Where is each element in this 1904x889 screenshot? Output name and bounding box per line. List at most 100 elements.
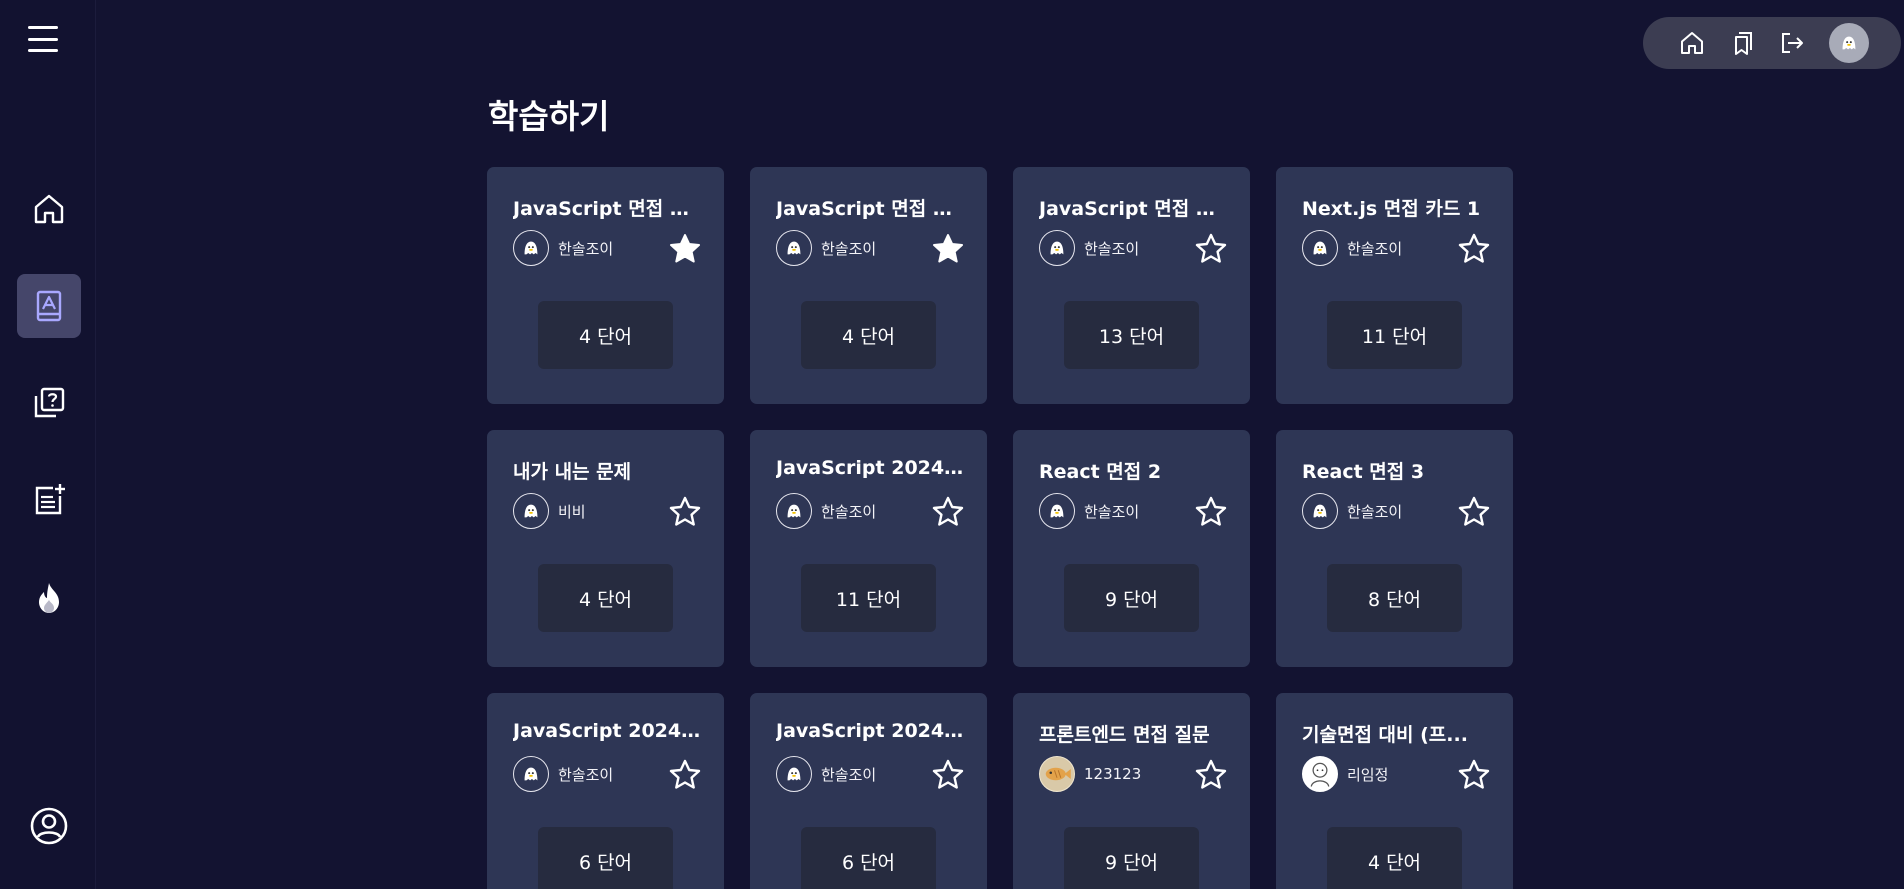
study-card[interactable]: JavaScript 2024 (3) 한솔조이 6 단어 <box>750 693 987 889</box>
author-name: 한솔조이 <box>821 239 877 258</box>
card-title: React 면접 3 <box>1302 461 1425 483</box>
home-icon <box>1681 32 1703 54</box>
book-letter-icon <box>36 290 62 322</box>
ghost-avatar-icon <box>524 504 538 518</box>
star-outline-button[interactable] <box>668 495 702 529</box>
word-count-button[interactable]: 6 단어 <box>801 827 936 889</box>
author-avatar <box>1039 493 1075 529</box>
top-home-button[interactable] <box>1675 26 1709 60</box>
star-filled-button[interactable] <box>931 232 965 266</box>
menu-line <box>28 37 58 41</box>
card-author: 한솔조이 <box>776 756 876 792</box>
star-outline-button[interactable] <box>1194 495 1228 529</box>
card-author: 리임정 <box>1302 756 1388 792</box>
author-avatar <box>1302 756 1338 792</box>
author-avatar <box>513 756 549 792</box>
star-outline-icon <box>1195 233 1227 263</box>
word-count-button[interactable]: 8 단어 <box>1327 564 1462 632</box>
study-card[interactable]: 기술면접 대비 (프... 리임정 4 단어 <box>1276 693 1513 889</box>
star-outline-icon <box>1458 759 1490 789</box>
author-avatar <box>1039 756 1075 792</box>
card-author: 한솔조이 <box>513 230 613 266</box>
card-title: JavaScript 2024 (2) <box>513 720 703 742</box>
author-avatar <box>513 230 549 266</box>
word-count-button[interactable]: 6 단어 <box>538 827 673 889</box>
user-avatar-button[interactable] <box>1829 23 1869 63</box>
ghost-avatar-icon <box>1842 36 1856 50</box>
card-title: JavaScript 면접 카... <box>1039 198 1229 220</box>
card-author: 한솔조이 <box>776 493 876 529</box>
ghost-avatar-icon <box>1050 241 1064 255</box>
star-outline-button[interactable] <box>931 758 965 792</box>
card-title: React 면접 2 <box>1039 461 1162 483</box>
fire-icon <box>39 583 59 613</box>
sidebar-item-study[interactable] <box>17 274 81 338</box>
study-card[interactable]: React 면접 2 한솔조이 9 단어 <box>1013 430 1250 667</box>
author-avatar <box>776 230 812 266</box>
character-avatar-icon <box>1310 762 1330 787</box>
word-count-button[interactable]: 4 단어 <box>538 301 673 369</box>
study-card[interactable]: JavaScript 2024 (1) 한솔조이 11 단어 <box>750 430 987 667</box>
menu-line <box>28 26 58 29</box>
card-title: JavaScript 2024 (3) <box>776 720 966 742</box>
hamburger-menu-button[interactable] <box>26 24 60 54</box>
sidebar-item-hot[interactable] <box>17 566 81 630</box>
sidebar-item-quiz[interactable] <box>17 371 81 435</box>
sidebar <box>0 0 96 889</box>
menu-line <box>28 49 58 52</box>
author-name: 한솔조이 <box>558 765 614 784</box>
word-count-button[interactable]: 4 단어 <box>801 301 936 369</box>
study-card[interactable]: 내가 내는 문제 비비 4 단어 <box>487 430 724 667</box>
ghost-avatar-icon <box>1313 241 1327 255</box>
top-logout-button[interactable] <box>1775 26 1809 60</box>
star-outline-icon <box>932 496 964 526</box>
star-outline-button[interactable] <box>1194 232 1228 266</box>
study-card[interactable]: JavaScript 면접 카... 한솔조이 13 단어 <box>1013 167 1250 404</box>
top-bookmarks-button[interactable] <box>1725 26 1759 60</box>
ghost-avatar-icon <box>1050 504 1064 518</box>
study-card[interactable]: JavaScript 면접 카... 한솔조이 4 단어 <box>750 167 987 404</box>
star-outline-button[interactable] <box>668 758 702 792</box>
star-outline-button[interactable] <box>1457 495 1491 529</box>
star-outline-icon <box>1195 759 1227 789</box>
sidebar-item-create[interactable] <box>17 468 81 532</box>
card-title: 내가 내는 문제 <box>513 461 632 483</box>
card-author: 한솔조이 <box>1302 493 1402 529</box>
card-author: 한솔조이 <box>1039 230 1139 266</box>
sidebar-profile[interactable] <box>17 794 81 858</box>
author-name: 한솔조이 <box>1347 502 1403 521</box>
study-card[interactable]: JavaScript 2024 (2) 한솔조이 6 단어 <box>487 693 724 889</box>
card-title: 기술면접 대비 (프... <box>1302 724 1468 746</box>
word-count-button[interactable]: 4 단어 <box>538 564 673 632</box>
star-outline-button[interactable] <box>1457 758 1491 792</box>
star-outline-button[interactable] <box>931 495 965 529</box>
author-avatar <box>1039 230 1075 266</box>
author-name: 비비 <box>558 502 586 521</box>
word-count-button[interactable]: 4 단어 <box>1327 827 1462 889</box>
author-avatar <box>1302 493 1338 529</box>
note-add-icon <box>35 484 65 515</box>
ghost-avatar-icon <box>787 241 801 255</box>
author-name: 한솔조이 <box>1347 239 1403 258</box>
ghost-avatar-icon <box>1313 504 1327 518</box>
word-count-button[interactable]: 9 단어 <box>1064 827 1199 889</box>
sidebar-item-home[interactable] <box>17 177 81 241</box>
star-outline-button[interactable] <box>1194 758 1228 792</box>
author-name: 리임정 <box>1347 765 1389 784</box>
study-card[interactable]: 프론트엔드 면접 질문 123123 9 단어 <box>1013 693 1250 889</box>
study-card[interactable]: Next.js 면접 카드 1 한솔조이 11 단어 <box>1276 167 1513 404</box>
star-filled-button[interactable] <box>668 232 702 266</box>
author-name: 한솔조이 <box>821 765 877 784</box>
word-count-button[interactable]: 11 단어 <box>1327 301 1462 369</box>
study-card[interactable]: React 면접 3 한솔조이 8 단어 <box>1276 430 1513 667</box>
study-card[interactable]: JavaScript 면접 카드 한솔조이 4 단어 <box>487 167 724 404</box>
star-outline-button[interactable] <box>1457 232 1491 266</box>
word-count-button[interactable]: 13 단어 <box>1064 301 1199 369</box>
star-filled-icon <box>670 234 700 263</box>
word-count-button[interactable]: 11 단어 <box>801 564 936 632</box>
word-count-button[interactable]: 9 단어 <box>1064 564 1199 632</box>
user-circle-icon <box>30 807 68 845</box>
card-grid: JavaScript 면접 카드 한솔조이 4 단어 JavaScript 면접… <box>487 167 1513 889</box>
bookmarks-icon <box>1735 32 1752 55</box>
ghost-avatar-icon <box>524 767 538 781</box>
